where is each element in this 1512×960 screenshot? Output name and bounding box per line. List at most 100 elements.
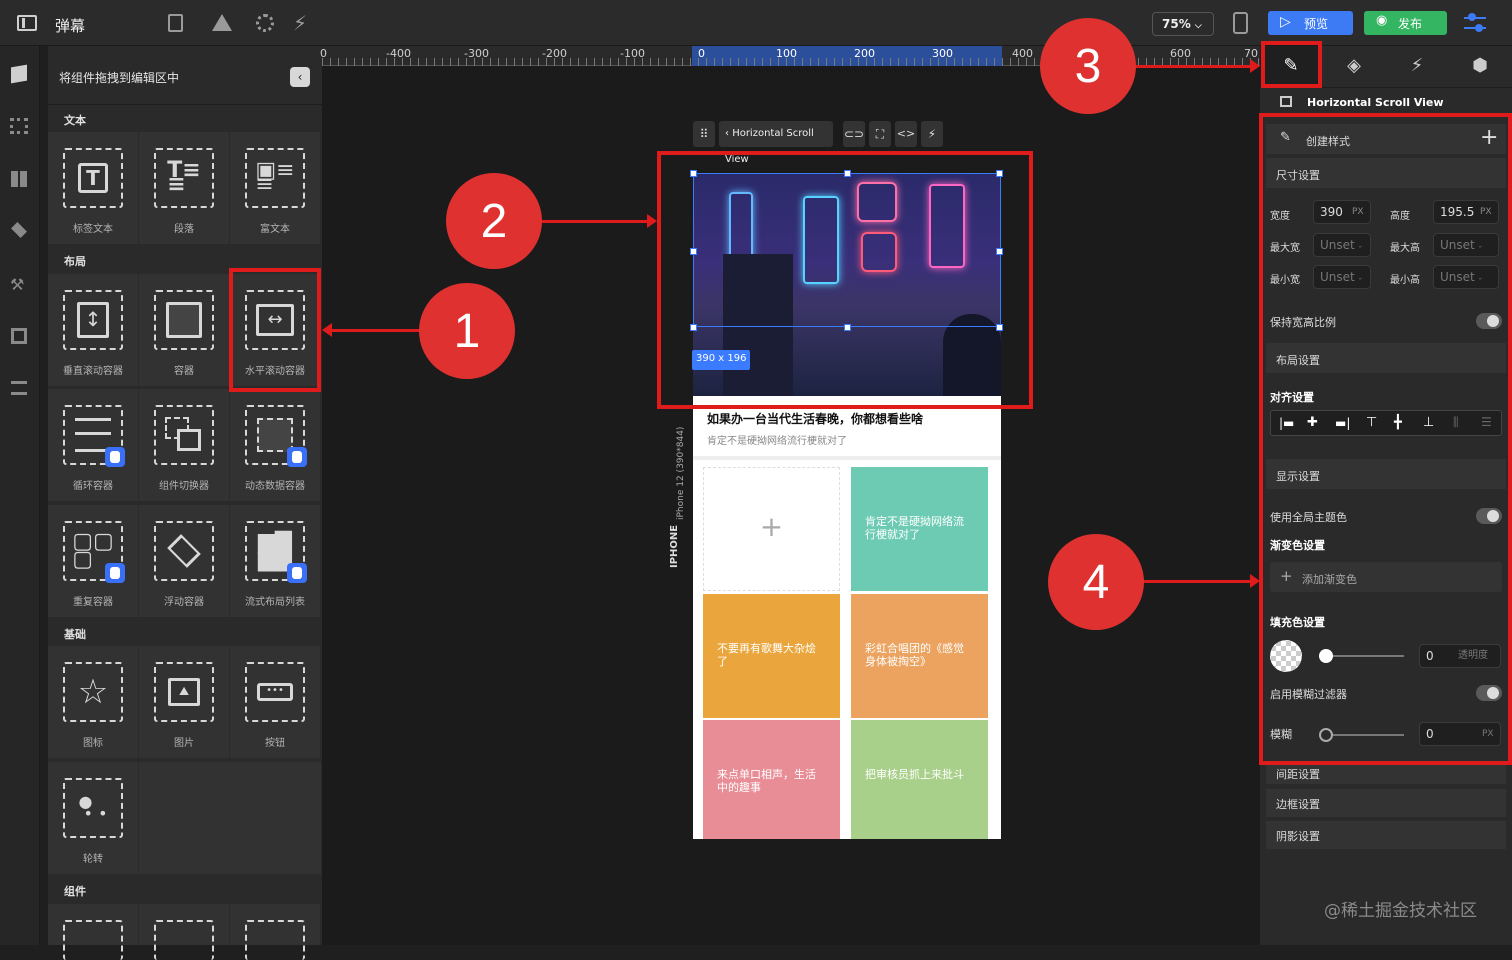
bolt-icon: ⚡	[1410, 55, 1424, 76]
arrowhead-3	[1250, 59, 1260, 73]
grid-card[interactable]: 不要再有歌舞大杂烩了	[703, 594, 840, 718]
page-icon[interactable]	[168, 14, 183, 32]
component-name: Horizontal Scroll View	[1307, 96, 1444, 109]
tile-container[interactable]: 容器	[139, 274, 229, 386]
tile-image[interactable]: ⛰ 图片	[139, 646, 229, 758]
ruler-label: -200	[542, 47, 567, 60]
text-t-icon: T	[63, 148, 123, 208]
layers-icon[interactable]	[11, 222, 27, 238]
image-icon: ⛰	[154, 662, 214, 722]
blocks-icon[interactable]	[10, 118, 28, 134]
collapse-button[interactable]: ‹	[290, 67, 310, 87]
sliders-icon[interactable]	[1464, 12, 1486, 34]
article-title: 如果办一台当代生活春晚，你都想看些啥	[707, 412, 924, 426]
device-icon[interactable]	[1233, 12, 1248, 34]
ruler-label: -100	[620, 47, 645, 60]
watermark: @稀土掘金技术社区	[1324, 901, 1477, 921]
tile-button[interactable]: ••• 按钮	[230, 646, 320, 758]
grid-card[interactable]: 肯定不是硬拗网络流行梗就对了	[851, 467, 988, 591]
database-icon	[105, 563, 125, 583]
tile-carousel[interactable]: ● • • 轮转	[48, 762, 138, 874]
grid-card[interactable]: 彩虹合唱团的《感觉身体被掏空》	[851, 594, 988, 718]
eye-icon: ◉	[1376, 13, 1388, 28]
list-icon[interactable]	[11, 381, 27, 395]
tile-component-switcher[interactable]: 组件切换器	[139, 389, 229, 501]
hammer-icon[interactable]: ⚒	[10, 275, 24, 294]
tile-rich-text[interactable]: ▣≡ ≡ 富文本	[230, 132, 320, 244]
tile-vertical-scroll[interactable]: ↕ 垂直滚动容器	[48, 274, 138, 386]
preview-button[interactable]: ▷ 预览	[1268, 11, 1353, 35]
code-icon[interactable]: <>	[895, 121, 917, 147]
ruler-label: 0	[698, 47, 705, 60]
top-toolbar: 弹幕 ⚡ 75% ⌵ ▷ 预览 ◉ 发布	[0, 0, 1512, 46]
layout-icon[interactable]	[11, 171, 27, 187]
arrow-4	[1142, 580, 1252, 583]
arrowhead-4	[1250, 574, 1260, 588]
rich-text-icon: ▣≡ ≡	[245, 148, 305, 208]
component-type-icon	[1280, 96, 1292, 107]
callout-3: 3	[1040, 18, 1136, 114]
plus-icon: +	[759, 510, 784, 543]
tab-layers[interactable]: ◈	[1323, 46, 1385, 88]
carousel-icon: ● • •	[63, 778, 123, 838]
tile-dynamic-data-container[interactable]: 动态数据容器	[230, 389, 320, 501]
tile-icon[interactable]: ☆ 图标	[48, 646, 138, 758]
ruler-label: 200	[854, 47, 875, 60]
component-breadcrumb[interactable]: ‹ Horizontal Scroll View	[719, 121, 833, 165]
tile-flow-layout-list[interactable]: ▆▇ ▆▆ 流式布局列表	[230, 505, 320, 617]
ruler-label: 0	[320, 47, 327, 60]
bolt-icon[interactable]: ⚡	[921, 121, 943, 147]
star-icon: ☆	[63, 662, 123, 722]
switcher-icon	[154, 405, 214, 465]
publish-button[interactable]: ◉ 发布	[1364, 11, 1447, 35]
callout-2: 2	[446, 173, 542, 269]
tile-label-text[interactable]: T 标签文本	[48, 132, 138, 244]
component-box-icon[interactable]	[11, 64, 27, 84]
button-tap-icon: •••	[245, 662, 305, 722]
component-a-icon	[63, 920, 123, 960]
ruler-label: -300	[464, 47, 489, 60]
link-icon[interactable]: ⊂⊃	[843, 121, 865, 147]
tile-repeat-container[interactable]: ▢▢ ▢ 重复容器	[48, 505, 138, 617]
container-icon	[154, 290, 214, 350]
device-model-label: iPhone 12 (390*844)	[676, 426, 686, 520]
callout-4: 4	[1048, 534, 1144, 630]
grid-card[interactable]: 把审核员抓上来批斗	[851, 720, 988, 839]
tile-floating-container[interactable]: 浮动容器	[139, 505, 229, 617]
flow-layout-icon: ▆▇ ▆▆	[245, 521, 307, 583]
drive-icon[interactable]	[212, 14, 232, 31]
fullscreen-icon[interactable]: ⛶	[869, 121, 891, 147]
ruler-label: 300	[932, 47, 953, 60]
arrow-1	[330, 329, 422, 332]
sidebar-toggle-icon[interactable]	[17, 15, 37, 31]
highlight-box-4	[1259, 113, 1512, 765]
tile-loop-container[interactable]: 循环容器	[48, 389, 138, 501]
tile-component-b[interactable]	[139, 904, 229, 960]
add-card[interactable]: +	[703, 467, 840, 591]
settings-icon[interactable]	[256, 14, 274, 32]
pages-icon[interactable]	[11, 328, 27, 344]
arrow-3	[1134, 65, 1252, 68]
tile-component-a[interactable]	[48, 904, 138, 960]
component-b-icon	[154, 920, 214, 960]
spacing-section-header[interactable]: 间距设置	[1266, 762, 1506, 784]
zoom-select[interactable]: 75% ⌵	[1152, 12, 1214, 36]
action-icon[interactable]: ⚡	[293, 11, 307, 35]
panel-header: 将组件拖拽到编辑区中	[59, 71, 180, 85]
tile-paragraph[interactable]: T≡ ≡ 段落	[139, 132, 229, 244]
dynamic-data-icon	[245, 405, 307, 467]
callout-1: 1	[419, 283, 515, 379]
left-rail: ⚒	[0, 46, 40, 945]
component-toolbar: ⠿ ‹ Horizontal Scroll View ⊂⊃ ⛶ <> ⚡	[693, 121, 946, 165]
tile-empty	[139, 762, 321, 874]
floating-container-icon	[154, 521, 214, 581]
drag-handle-icon[interactable]: ⠿	[693, 121, 715, 147]
tab-actions[interactable]: ⚡	[1386, 46, 1448, 88]
border-section-header[interactable]: 边框设置	[1266, 789, 1506, 817]
tab-components[interactable]: ⬢	[1449, 46, 1511, 88]
arrowhead-2	[647, 214, 657, 228]
database-icon	[287, 563, 307, 583]
grid-card[interactable]: 来点单口相声，生活中的趣事	[703, 720, 840, 839]
tile-component-c[interactable]	[230, 904, 320, 960]
shadow-section-header[interactable]: 阴影设置	[1266, 821, 1506, 849]
